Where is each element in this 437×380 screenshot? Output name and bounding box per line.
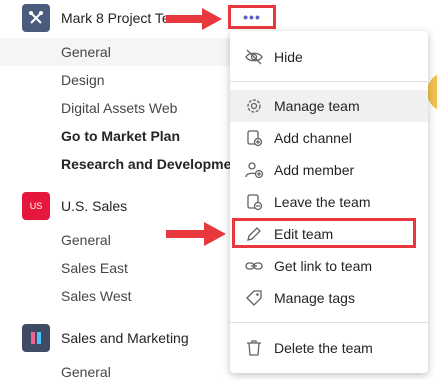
- gear-icon: [244, 96, 264, 116]
- menu-item-add-member[interactable]: Add member: [230, 154, 428, 186]
- menu-item-manage-team[interactable]: Manage team: [230, 90, 428, 122]
- menu-divider: [230, 81, 428, 82]
- edit-team-highlight: [232, 218, 416, 248]
- team-avatar-mark8: [22, 4, 50, 32]
- avatar-initials: US: [29, 201, 43, 211]
- tag-icon: [244, 288, 264, 308]
- team-name: U.S. Sales: [61, 198, 128, 214]
- menu-item-delete-team[interactable]: Delete the team: [230, 332, 428, 364]
- menu-item-leave-team[interactable]: Leave the team: [230, 186, 428, 218]
- people-icon: [31, 332, 41, 344]
- trash-icon: [244, 338, 264, 358]
- more-options-button[interactable]: •••: [228, 5, 276, 29]
- menu-divider: [230, 322, 428, 323]
- channel-sales-west[interactable]: Sales West: [61, 288, 132, 304]
- menu-item-manage-tags[interactable]: Manage tags: [230, 282, 428, 314]
- menu-label: Get link to team: [274, 258, 373, 274]
- team-avatar-sales-marketing: [22, 324, 50, 352]
- add-channel-icon: [244, 128, 264, 148]
- menu-item-add-channel[interactable]: Add channel: [230, 122, 428, 154]
- team-avatar-us-sales: US: [22, 192, 50, 220]
- arrow-icon: [166, 222, 226, 246]
- link-icon: [244, 256, 264, 276]
- menu-item-get-link[interactable]: Get link to team: [230, 250, 428, 282]
- menu-label: Delete the team: [274, 340, 373, 356]
- tools-icon: [29, 11, 43, 24]
- menu-item-hide[interactable]: Hide: [230, 41, 428, 73]
- menu-label: Leave the team: [274, 194, 371, 210]
- menu-label: Manage tags: [274, 290, 355, 306]
- add-member-icon: [244, 160, 264, 180]
- channel-go-to-market[interactable]: Go to Market Plan: [61, 128, 180, 144]
- menu-label: Manage team: [274, 98, 360, 114]
- menu-label: Add member: [274, 162, 355, 178]
- channel-general[interactable]: General: [61, 364, 111, 380]
- team-context-menu: Hide Manage team Add channel Add member …: [230, 31, 428, 373]
- channel-design[interactable]: Design: [61, 72, 105, 88]
- ellipsis-icon: •••: [243, 9, 261, 25]
- channel-digital-assets[interactable]: Digital Assets Web: [61, 100, 177, 116]
- channel-general[interactable]: General: [61, 232, 111, 248]
- leave-icon: [244, 192, 264, 212]
- channel-research[interactable]: Research and Developmen: [61, 156, 240, 172]
- menu-label: Add channel: [274, 130, 352, 146]
- channel-general[interactable]: General: [61, 44, 111, 60]
- selected-channel-bg: [0, 38, 230, 66]
- team-name: Sales and Marketing: [61, 330, 189, 346]
- menu-label: Hide: [274, 49, 303, 65]
- hide-icon: [244, 47, 264, 67]
- arrow-icon: [166, 8, 222, 30]
- channel-sales-east[interactable]: Sales East: [61, 260, 128, 276]
